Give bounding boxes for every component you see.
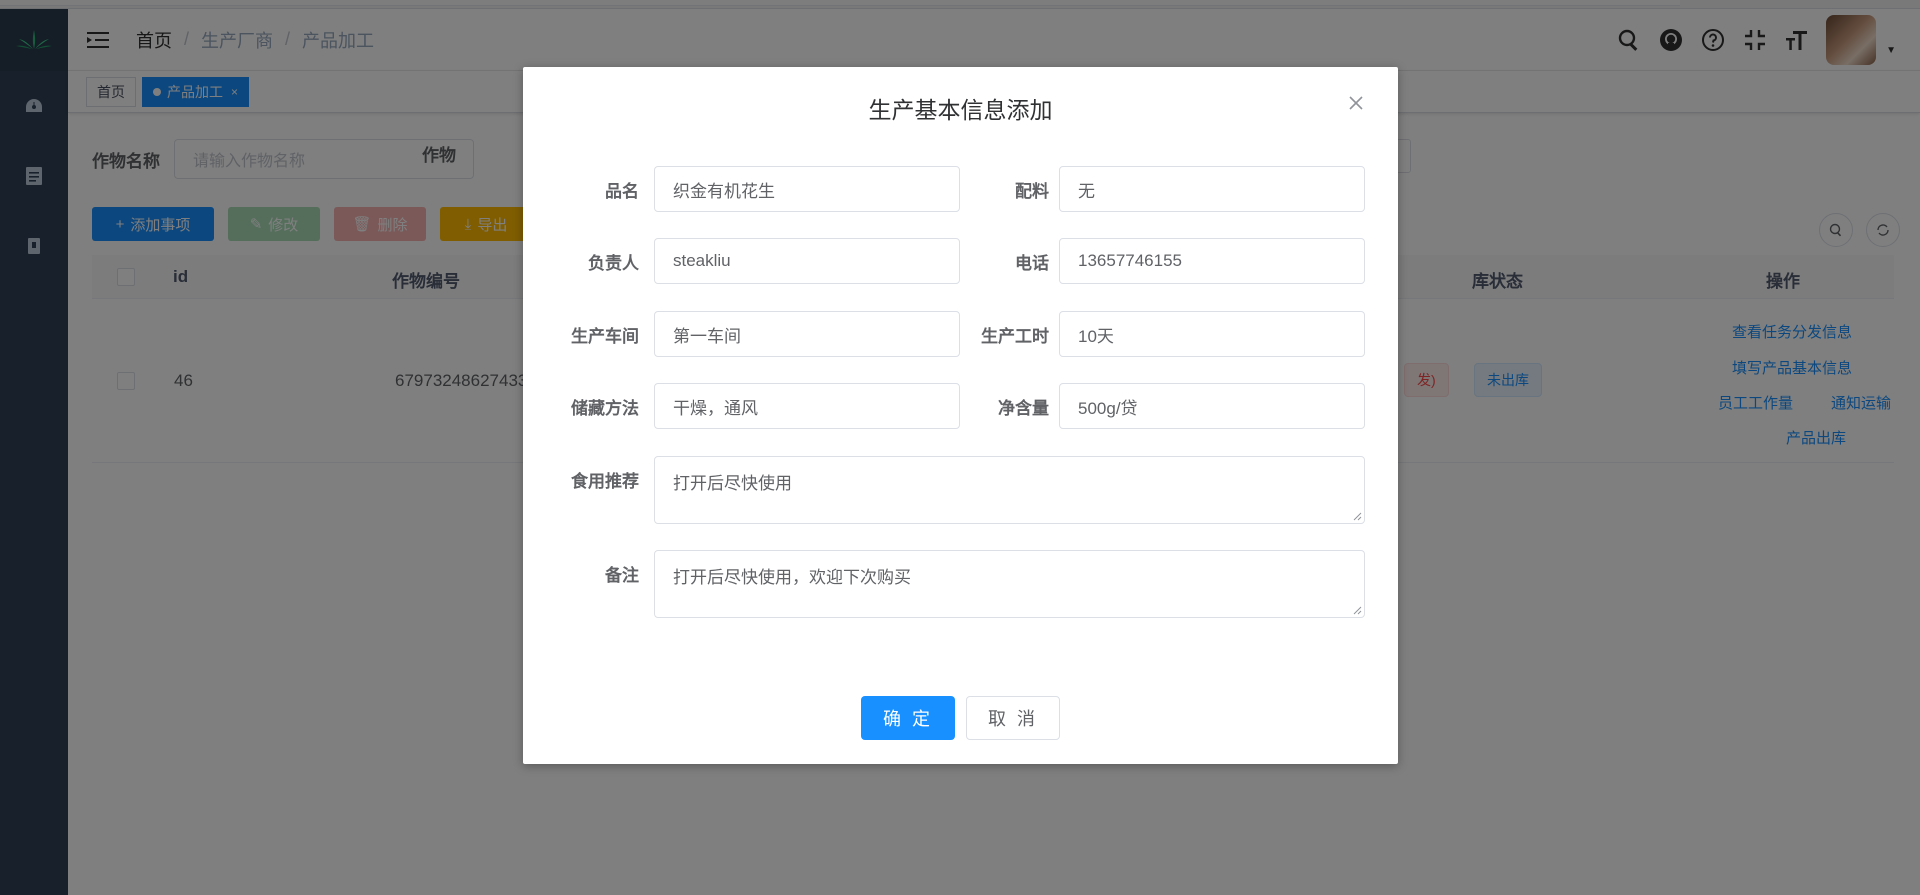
workshop-label: 生产车间 xyxy=(571,327,639,346)
remark-value: 打开后尽快使用，欢迎下次购买 xyxy=(673,568,911,587)
phone-label: 电话 xyxy=(1015,254,1049,273)
dialog-title: 生产基本信息添加 xyxy=(868,97,1053,123)
recommend-value: 打开后尽快使用 xyxy=(673,474,792,493)
net-weight-input[interactable]: 500g/贷 xyxy=(1059,383,1365,429)
cancel-button[interactable]: 取 消 xyxy=(966,696,1060,740)
recommend-label: 食用推荐 xyxy=(571,472,639,491)
resize-handle-icon[interactable] xyxy=(1352,511,1362,521)
ingredients-input[interactable]: 无 xyxy=(1059,166,1365,212)
manager-label: 负责人 xyxy=(588,254,639,273)
phone-input[interactable]: 13657746155 xyxy=(1059,238,1365,284)
hours-input[interactable]: 10天 xyxy=(1059,311,1365,357)
storage-label: 储藏方法 xyxy=(571,399,639,418)
add-production-dialog: 生产基本信息添加 品名 织金有机花生 配料 无 负责人 steakliu 电话 … xyxy=(523,67,1398,764)
remark-label: 备注 xyxy=(605,566,639,585)
remark-textarea[interactable]: 打开后尽快使用，欢迎下次购买 xyxy=(654,550,1365,618)
confirm-button[interactable]: 确 定 xyxy=(861,696,955,740)
recommend-textarea[interactable]: 打开后尽快使用 xyxy=(654,456,1365,524)
net-weight-label: 净含量 xyxy=(998,399,1049,418)
close-icon[interactable] xyxy=(1348,95,1368,115)
resize-handle-icon[interactable] xyxy=(1352,605,1362,615)
product-name-label: 品名 xyxy=(605,182,639,201)
ingredients-label: 配料 xyxy=(1015,182,1049,201)
hours-label: 生产工时 xyxy=(981,327,1049,346)
